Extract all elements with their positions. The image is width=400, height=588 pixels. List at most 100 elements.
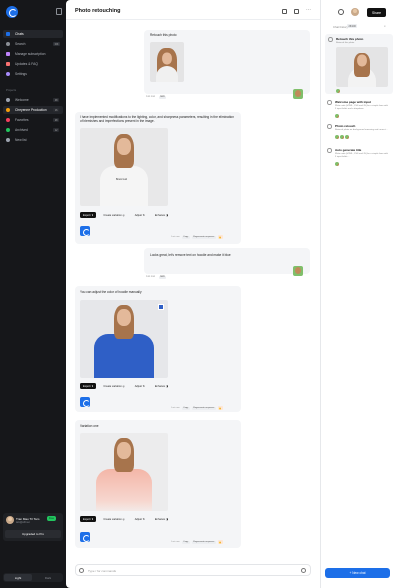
refresh-icon[interactable] xyxy=(338,9,344,15)
edit-button[interactable]: Edit xyxy=(159,95,166,99)
sidebar-item-label: Chats xyxy=(15,32,24,36)
attached-photo[interactable] xyxy=(150,42,184,82)
generated-photo[interactable] xyxy=(80,433,168,511)
sidebar-item-updates[interactable]: Updates & FAQ xyxy=(3,60,63,68)
project-count: 48 xyxy=(53,98,59,102)
create-variation-button[interactable]: Create variation ◎ xyxy=(100,383,127,389)
message-text: Variation one xyxy=(80,424,99,428)
user-avatar xyxy=(293,266,303,276)
generated-photo[interactable]: Brand Lab xyxy=(80,128,168,206)
enhance-button[interactable]: Enhance ◨ xyxy=(152,212,171,218)
folder-icon xyxy=(6,118,10,122)
user-avatar xyxy=(335,135,339,139)
project-archived[interactable]: Archived 12 xyxy=(3,126,63,134)
button-label: New chat xyxy=(352,571,366,575)
new-chat-button[interactable]: + New chat xyxy=(325,568,390,578)
enhance-button[interactable]: Enhance ◨ xyxy=(152,383,171,389)
checkbox-icon[interactable] xyxy=(327,124,332,129)
message-text: Looks great, let's remove text on hoodie… xyxy=(150,253,231,257)
project-count: 12 xyxy=(53,128,59,132)
avatar[interactable] xyxy=(351,8,359,16)
sidebar-item-subscription[interactable]: Manage subscription xyxy=(3,50,63,58)
history-item[interactable]: Welcome page with input Write code (HTML… xyxy=(327,100,393,122)
create-variation-button[interactable]: Create variation ◎ xyxy=(100,212,127,218)
project-welcome[interactable]: Welcome 48 xyxy=(3,96,63,104)
button-label: Adjust xyxy=(134,213,142,217)
sidebar-item-label: Manage subscription xyxy=(15,52,46,56)
response-meta: Just now Copy Regenerate response 👍 xyxy=(171,235,223,239)
user-avatar xyxy=(336,89,340,93)
regenerate-button[interactable]: Regenerate response xyxy=(191,235,216,239)
copy-button[interactable]: Copy xyxy=(181,406,190,410)
image-actions: Export ⬆ Create variation ◎ Adjust ⇅ Enh… xyxy=(80,516,171,522)
button-label: Adjust xyxy=(134,517,142,521)
enhance-button[interactable]: Enhance ◨ xyxy=(152,516,171,522)
button-label: Enhance xyxy=(154,213,166,217)
regenerate-button[interactable]: Regenerate response xyxy=(191,406,216,410)
theme-label: Dark xyxy=(44,575,52,580)
reaction-icon[interactable]: 👍 xyxy=(217,235,223,239)
dark-theme-button[interactable]: Dark xyxy=(34,574,62,581)
history-title: Auto generate title xyxy=(335,148,362,152)
response-meta: Just now Copy Regenerate response 👍 xyxy=(171,540,223,544)
checkbox-icon[interactable] xyxy=(327,100,332,105)
message-text: I have implemented modifications to the … xyxy=(80,115,234,124)
user-avatar xyxy=(335,114,339,118)
regenerate-button[interactable]: Regenerate response xyxy=(191,540,216,544)
project-count: 16 xyxy=(53,108,59,112)
chat-input-bar[interactable]: Type / for commands xyxy=(75,564,311,576)
adjust-button[interactable]: Adjust ⇅ xyxy=(132,212,148,218)
sidebar-item-search[interactable]: Search ⌘K xyxy=(3,40,63,48)
project-cheyenne[interactable]: Cheyenne Production 16 xyxy=(3,106,63,114)
light-theme-button[interactable]: Light xyxy=(4,574,32,581)
sidebar-item-chats[interactable]: Chats xyxy=(3,30,63,38)
message-time: Just now xyxy=(146,96,156,98)
checkbox-icon[interactable] xyxy=(327,148,332,153)
reaction-icon[interactable]: 👍 xyxy=(217,540,223,544)
edit-button[interactable]: Edit xyxy=(159,275,166,279)
share-button[interactable]: Share xyxy=(367,8,386,17)
checkbox-icon[interactable] xyxy=(328,37,333,42)
add-attachment-icon[interactable] xyxy=(79,568,84,573)
project-new-list[interactable]: New list xyxy=(3,136,63,144)
bookmark-icon[interactable] xyxy=(294,9,299,14)
project-count: 28 xyxy=(53,118,59,122)
history-count-badge: 26/100 xyxy=(347,24,358,28)
collapse-sidebar-icon[interactable] xyxy=(56,8,62,15)
color-picker-icon[interactable] xyxy=(158,304,164,310)
button-label: Export xyxy=(83,213,91,217)
sidebar-item-settings[interactable]: Settings xyxy=(3,70,63,78)
button-label: Export xyxy=(83,517,91,521)
generated-photo[interactable] xyxy=(80,300,168,378)
upgrade-button[interactable]: Upgraded to Pro xyxy=(5,530,61,538)
search-icon[interactable]: ⌕ xyxy=(384,24,386,28)
project-favorites[interactable]: Favorites 28 xyxy=(3,116,63,124)
project-label: Favorites xyxy=(15,118,29,122)
message-text: Retouch this photo xyxy=(150,33,177,37)
gear-icon xyxy=(6,72,10,76)
user-avatar xyxy=(345,135,349,139)
star-icon[interactable] xyxy=(282,9,287,14)
reaction-icon[interactable]: 👍 xyxy=(217,406,223,410)
voice-input-icon[interactable] xyxy=(301,568,306,573)
image-actions: Export ⬆ Create variation ◎ Adjust ⇅ Enh… xyxy=(80,383,171,389)
message-time: Just now xyxy=(146,276,156,278)
copy-button[interactable]: Copy xyxy=(181,540,190,544)
history-item-active[interactable]: Retouch this photo Retouch this photo xyxy=(325,34,393,94)
app-logo-icon xyxy=(6,6,18,18)
adjust-button[interactable]: Adjust ⇅ xyxy=(132,516,148,522)
response-time: Just now xyxy=(171,236,180,238)
export-button[interactable]: Export ⬆ xyxy=(80,516,97,522)
chat-input[interactable]: Type / for commands xyxy=(88,569,116,573)
export-button[interactable]: Export ⬆ xyxy=(80,383,97,389)
create-variation-button[interactable]: Create variation ◎ xyxy=(100,516,127,522)
adjust-button[interactable]: Adjust ⇅ xyxy=(132,383,148,389)
history-item[interactable]: Auto generate title Write code (HTML, CS… xyxy=(327,148,393,170)
export-button[interactable]: Export ⬆ xyxy=(80,212,97,218)
project-label: New list xyxy=(15,138,27,142)
copy-button[interactable]: Copy xyxy=(181,235,190,239)
button-label: Enhance xyxy=(154,517,166,521)
history-item[interactable]: Photo retouch Retouch photo on backgroun… xyxy=(327,124,393,146)
history-desc: Retouch photo on background removing and… xyxy=(335,128,388,131)
more-icon[interactable]: ⋯ xyxy=(306,8,311,14)
